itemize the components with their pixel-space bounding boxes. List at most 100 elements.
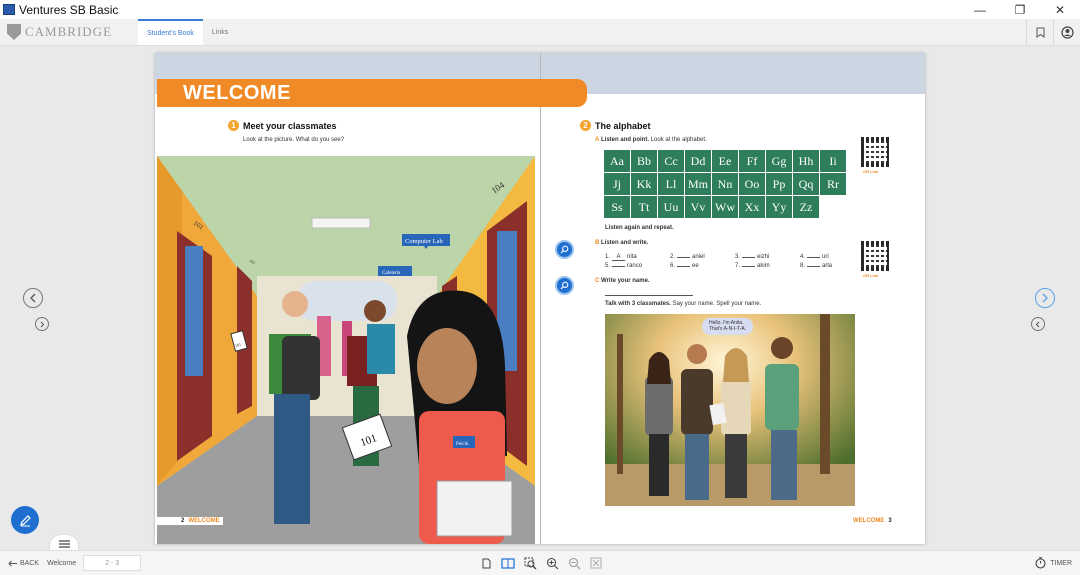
letter-card[interactable]: Ww xyxy=(712,196,738,218)
speech-line-2: That's A-N-I-T-A. xyxy=(709,326,747,333)
answer-blank[interactable] xyxy=(807,257,821,258)
part-c-heading: C Write your name. xyxy=(595,278,650,284)
letter-card[interactable]: Ss xyxy=(604,196,630,218)
next-page-button[interactable] xyxy=(1035,288,1055,308)
section-title: The alphabet xyxy=(595,120,651,131)
answer-blank[interactable] xyxy=(677,257,691,258)
left-page-footer: 2 WELCOME xyxy=(157,517,223,525)
exercise-item: 2. aniel xyxy=(670,254,705,260)
letter-card[interactable]: Qq xyxy=(793,173,819,195)
chevron-left-icon xyxy=(1035,321,1040,327)
arrow-left-icon xyxy=(8,560,17,566)
talk-instruction: Talk with 3 classmates. Say your name. S… xyxy=(605,301,761,307)
left-page-number: 2 xyxy=(181,518,185,524)
single-page-icon[interactable] xyxy=(478,555,494,571)
letter-card[interactable]: Vv xyxy=(685,196,711,218)
annotation-pen-button[interactable] xyxy=(11,506,39,534)
prev-spread-small-button[interactable] xyxy=(35,317,49,331)
letter-card[interactable]: Cc xyxy=(658,150,684,172)
qr-code-a[interactable] xyxy=(861,137,891,167)
part-a-instruction: A Listen and point. Look at the alphabet… xyxy=(595,137,707,143)
tab-links[interactable]: Links xyxy=(203,19,237,45)
close-button[interactable]: ✕ xyxy=(1040,0,1080,19)
letter-card[interactable]: Ii xyxy=(820,150,846,172)
brand-name: CAMBRIDGE xyxy=(25,24,113,39)
letter-card[interactable]: Rr xyxy=(820,173,846,195)
zoom-in-icon[interactable] xyxy=(544,555,560,571)
part-b-letter: B xyxy=(595,240,600,246)
user-profile-icon[interactable] xyxy=(1053,19,1080,46)
magnifier-icon xyxy=(560,245,569,254)
prev-page-button[interactable] xyxy=(23,288,43,308)
answer-blank[interactable]: A xyxy=(612,254,626,261)
resource-hotspot-c[interactable] xyxy=(555,276,574,295)
letter-card[interactable]: Ff xyxy=(739,150,765,172)
answer-blank[interactable] xyxy=(742,257,756,258)
zoom-out-icon[interactable] xyxy=(566,555,582,571)
zoom-area-icon[interactable] xyxy=(522,555,538,571)
restore-button[interactable]: ❐ xyxy=(1000,0,1040,19)
letter-card[interactable]: Oo xyxy=(739,173,765,195)
answer-blank[interactable] xyxy=(807,266,821,267)
letter-card[interactable]: Pp xyxy=(766,173,792,195)
letter-card[interactable]: Dd xyxy=(685,150,711,172)
letter-card[interactable]: Xx xyxy=(739,196,765,218)
letter-card[interactable]: Jj xyxy=(604,173,630,195)
qr-code-b[interactable] xyxy=(861,241,891,271)
part-b-heading: B Listen and write. xyxy=(595,240,648,246)
timer-button[interactable]: TIMER xyxy=(1035,557,1072,569)
letter-card[interactable]: Ll xyxy=(658,173,684,195)
letter-card[interactable]: Tt xyxy=(631,196,657,218)
book-spread: WELCOME 1 Meet your classmates Look at t… xyxy=(155,53,925,544)
letter-card[interactable]: Uu xyxy=(658,196,684,218)
next-spread-small-button[interactable] xyxy=(1031,317,1045,331)
letter-card[interactable]: Ee xyxy=(712,150,738,172)
letter-card[interactable]: Zz xyxy=(793,196,819,218)
talk-rest: Say your name. Spell your name. xyxy=(672,301,762,307)
letter-card[interactable]: Yy xyxy=(766,196,792,218)
chevron-left-icon xyxy=(30,293,36,303)
alphabet-grid: Aa Bb Cc Dd Ee Ff Gg Hh Ii Jj Kk Ll Mm N… xyxy=(604,150,846,218)
exercise-item: 3. eizhi xyxy=(735,254,770,260)
timer-label: TIMER xyxy=(1050,559,1072,567)
left-footer-label: WELCOME xyxy=(188,518,220,524)
section-number-badge: 1 xyxy=(228,120,239,131)
answer-blank[interactable] xyxy=(742,266,756,267)
exercise-item: 8. arla xyxy=(800,263,833,269)
back-button[interactable]: BACK xyxy=(8,560,39,567)
window-title: Ventures SB Basic xyxy=(19,2,119,17)
hallway-illustration: Computer Lab Cafeteria 101 104 103 101 1… xyxy=(157,156,535,544)
name-tag-label: Peichi xyxy=(456,442,469,447)
tab-students-book[interactable]: Student's Book xyxy=(138,19,203,45)
minimize-button[interactable]: — xyxy=(960,0,1000,19)
brand-logo: CAMBRIDGE xyxy=(0,19,138,45)
letter-card[interactable]: Mm xyxy=(685,173,711,195)
section-1-instruction: Look at the picture. What do you see? xyxy=(243,137,345,143)
part-c-letter: C xyxy=(595,278,600,284)
letter-card[interactable]: Kk xyxy=(631,173,657,195)
page-number-input[interactable]: 2 - 3 xyxy=(83,555,142,571)
name-writing-line[interactable] xyxy=(605,295,693,296)
answer-blank[interactable] xyxy=(612,266,626,267)
computer-lab-sign: Computer Lab xyxy=(405,238,443,245)
chevron-right-icon xyxy=(40,321,45,327)
exercise-item: 7. akim xyxy=(735,263,770,269)
letter-card[interactable]: Gg xyxy=(766,150,792,172)
bookmark-icon[interactable] xyxy=(1026,19,1053,46)
letter-card[interactable]: Nn xyxy=(712,173,738,195)
exercise-item: 6. ee xyxy=(670,263,699,269)
letter-card[interactable]: Hh xyxy=(793,150,819,172)
fit-page-icon[interactable] xyxy=(588,555,604,571)
section-title: Meet your classmates xyxy=(243,120,337,131)
hamburger-icon xyxy=(58,539,70,548)
title-bar: Ventures SB Basic — ❐ ✕ xyxy=(0,0,1080,19)
double-page-icon[interactable] xyxy=(500,555,516,571)
letter-card[interactable]: Bb xyxy=(631,150,657,172)
resource-hotspot-b[interactable] xyxy=(555,240,574,259)
letter-card[interactable]: Aa xyxy=(604,150,630,172)
exercise-item: 1. Anita xyxy=(605,254,637,261)
chevron-right-icon xyxy=(1042,293,1048,303)
section-2-heading: 2 The alphabet xyxy=(580,120,651,131)
qr-link-label: OR Link xyxy=(863,169,879,174)
answer-blank[interactable] xyxy=(677,266,691,267)
